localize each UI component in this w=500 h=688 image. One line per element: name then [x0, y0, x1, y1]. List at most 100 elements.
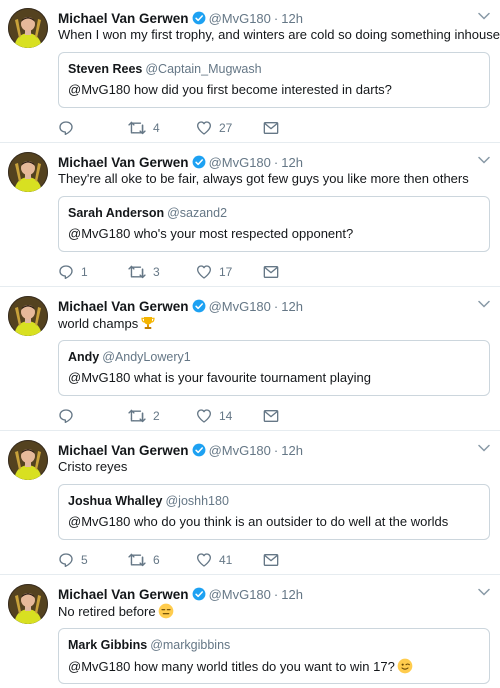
chevron-down-icon[interactable]	[478, 444, 490, 452]
quoted-tweet[interactable]: Andy @AndyLowery1 @MvG180 what is your fa…	[58, 340, 490, 396]
direct-message-button[interactable]	[263, 120, 279, 136]
quoted-author-name[interactable]: Sarah Anderson	[68, 206, 164, 220]
heart-icon	[197, 121, 211, 135]
reply-icon	[59, 121, 73, 135]
reply-icon	[59, 409, 73, 423]
chevron-down-icon[interactable]	[478, 156, 490, 164]
verified-badge-icon	[192, 299, 205, 313]
chevron-down-icon[interactable]	[478, 300, 490, 308]
like-button[interactable]: 14	[196, 408, 232, 424]
quoted-author-name[interactable]: Steven Rees	[68, 62, 142, 76]
verified-badge-icon	[192, 443, 205, 457]
author-name[interactable]: Michael Van Gerwen	[58, 155, 189, 170]
tweet-timestamp[interactable]: 12h	[281, 587, 303, 602]
retweet-count: 6	[153, 553, 160, 567]
trophy-emoji	[141, 317, 155, 329]
reply-icon	[59, 265, 73, 279]
like-button[interactable]: 41	[196, 552, 232, 568]
quoted-author-name[interactable]: Joshua Whalley	[68, 494, 162, 508]
quoted-author-handle[interactable]: @sazand2	[167, 206, 227, 220]
quoted-tweet[interactable]: Steven Rees @Captain_Mugwash @MvG180 how …	[58, 52, 490, 108]
separator-dot: ·	[273, 442, 279, 458]
separator-dot: ·	[273, 586, 279, 602]
verified-badge-icon	[192, 11, 205, 25]
like-button[interactable]: 27	[196, 120, 232, 136]
quoted-author-name[interactable]: Mark Gibbins	[68, 638, 147, 652]
quoted-tweet-text: @MvG180 who's your most respected oppone…	[68, 226, 354, 241]
tweet-timestamp[interactable]: 12h	[281, 443, 303, 458]
tweet-timestamp[interactable]: 12h	[281, 155, 303, 170]
quoted-author-handle[interactable]: @joshh180	[165, 494, 228, 508]
quoted-tweet-text: @MvG180 how many world titles do you wan…	[68, 658, 480, 677]
author-handle[interactable]: @MvG180	[209, 11, 271, 26]
quoted-author-handle[interactable]: @AndyLowery1	[102, 350, 190, 364]
author-name[interactable]: Michael Van Gerwen	[58, 443, 189, 458]
retweet-button[interactable]: 4	[128, 120, 160, 136]
like-count: 41	[219, 553, 233, 567]
quoted-author-handle[interactable]: @Captain_Mugwash	[145, 62, 261, 76]
heart-icon	[197, 409, 211, 423]
reply-button[interactable]	[58, 408, 81, 424]
tweet-timestamp[interactable]: 12h	[281, 11, 303, 26]
separator-dot: ·	[273, 298, 279, 314]
separator-dot: ·	[273, 10, 279, 26]
author-name[interactable]: Michael Van Gerwen	[58, 587, 189, 602]
quoted-author-name[interactable]: Andy	[68, 350, 99, 364]
author-handle[interactable]: @MvG180	[209, 155, 271, 170]
author-handle[interactable]: @MvG180	[209, 299, 271, 314]
direct-message-button[interactable]	[263, 552, 279, 568]
retweet-icon	[128, 553, 146, 567]
reply-button[interactable]: 1	[58, 264, 88, 280]
author-name[interactable]: Michael Van Gerwen	[58, 11, 189, 26]
quoted-author-handle[interactable]: @markgibbins	[150, 638, 230, 652]
tweet[interactable]: Michael Van Gerwen @MvG180 · 12h Cristo …	[0, 432, 500, 575]
avatar[interactable]	[8, 152, 48, 192]
tweet-text: No retired before	[58, 603, 174, 622]
quoted-tweet-text: @MvG180 who do you think is an outsider …	[68, 514, 449, 529]
author-name[interactable]: Michael Van Gerwen	[58, 299, 189, 314]
tweet-actions: 1 3 17	[58, 264, 288, 280]
quoted-tweet-text: @MvG180 how did you first become interes…	[68, 82, 392, 97]
retweet-button[interactable]: 3	[128, 264, 160, 280]
tweet-text: world champs	[58, 315, 156, 334]
retweet-icon	[128, 265, 146, 279]
retweet-count: 2	[153, 409, 160, 423]
emoji	[397, 658, 413, 677]
avatar[interactable]	[8, 440, 48, 480]
quoted-tweet[interactable]: Mark Gibbins @markgibbins @MvG180 how man…	[58, 628, 490, 684]
tweet-actions: 4 27	[58, 120, 288, 136]
quoted-tweet-text: @MvG180 what is your favourite tournamen…	[68, 370, 371, 385]
chevron-down-icon[interactable]	[478, 12, 490, 20]
emoji	[158, 603, 174, 622]
quoted-tweet[interactable]: Sarah Anderson @sazand2 @MvG180 who's you…	[58, 196, 490, 252]
quoted-tweet[interactable]: Joshua Whalley @joshh180 @MvG180 who do y…	[58, 484, 490, 540]
tweet[interactable]: Michael Van Gerwen @MvG180 · 12h They're…	[0, 144, 500, 287]
retweet-count: 4	[153, 121, 160, 135]
like-count: 14	[219, 409, 233, 423]
author-handle[interactable]: @MvG180	[209, 443, 271, 458]
tweet[interactable]: Michael Van Gerwen @MvG180 · 12h No reti…	[0, 576, 500, 688]
tweet[interactable]: Michael Van Gerwen @MvG180 · 12h world c…	[0, 288, 500, 431]
envelope-icon	[263, 122, 279, 134]
tweet-text: When I won my first trophy, and winters …	[58, 27, 500, 42]
wink-emoji	[397, 658, 413, 674]
like-count: 17	[219, 265, 233, 279]
retweet-button[interactable]: 2	[128, 408, 160, 424]
emoji	[140, 315, 156, 334]
retweet-button[interactable]: 6	[128, 552, 160, 568]
author-handle[interactable]: @MvG180	[209, 587, 271, 602]
avatar[interactable]	[8, 296, 48, 336]
avatar[interactable]	[8, 584, 48, 624]
reply-button[interactable]: 5	[58, 552, 88, 568]
avatar[interactable]	[8, 8, 48, 48]
tweet[interactable]: Michael Van Gerwen @MvG180 · 12h When I …	[0, 0, 500, 143]
chevron-down-icon[interactable]	[478, 588, 490, 596]
tweet-timestamp[interactable]: 12h	[281, 299, 303, 314]
direct-message-button[interactable]	[263, 408, 279, 424]
tweet-text: They're all oke to be fair, always got f…	[58, 171, 469, 186]
reply-count: 5	[81, 553, 88, 567]
direct-message-button[interactable]	[263, 264, 279, 280]
like-button[interactable]: 17	[196, 264, 232, 280]
envelope-icon	[263, 554, 279, 566]
reply-button[interactable]	[58, 120, 81, 136]
